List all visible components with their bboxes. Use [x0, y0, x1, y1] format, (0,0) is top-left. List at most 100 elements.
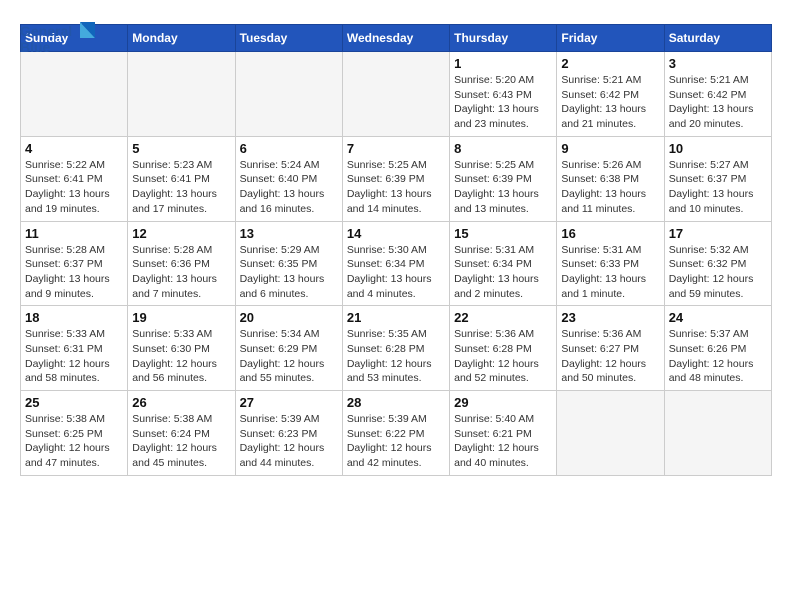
- calendar-cell: [557, 391, 664, 476]
- day-info: Sunrise: 5:30 AM Sunset: 6:34 PM Dayligh…: [347, 243, 445, 302]
- day-number: 12: [132, 226, 230, 241]
- day-info: Sunrise: 5:24 AM Sunset: 6:40 PM Dayligh…: [240, 158, 338, 217]
- calendar-cell: 3 Sunrise: 5:21 AM Sunset: 6:42 PM Daylig…: [664, 52, 771, 137]
- calendar-cell: 12 Sunrise: 5:28 AM Sunset: 6:36 PM Dayli…: [128, 221, 235, 306]
- day-number: 3: [669, 56, 767, 71]
- calendar-cell: 18Sunrise: 5:33 AM Sunset: 6:31 PM Dayli…: [21, 306, 128, 391]
- day-number: 28: [347, 395, 445, 410]
- day-info: Sunrise: 5:22 AM Sunset: 6:41 PM Dayligh…: [25, 158, 123, 217]
- calendar-cell: 13 Sunrise: 5:29 AM Sunset: 6:35 PM Dayli…: [235, 221, 342, 306]
- calendar-cell: [21, 52, 128, 137]
- day-info: Sunrise: 5:23 AM Sunset: 6:41 PM Dayligh…: [132, 158, 230, 217]
- day-number: 26: [132, 395, 230, 410]
- day-number: 29: [454, 395, 552, 410]
- weekday-header-saturday: Saturday: [664, 25, 771, 52]
- day-number: 23: [561, 310, 659, 325]
- day-info: Sunrise: 5:37 AM Sunset: 6:26 PM Dayligh…: [669, 327, 767, 386]
- calendar-cell: 19 Sunrise: 5:33 AM Sunset: 6:30 PM Dayli…: [128, 306, 235, 391]
- svg-text:Blue: Blue: [20, 39, 51, 55]
- day-number: 24: [669, 310, 767, 325]
- day-info: Sunrise: 5:31 AM Sunset: 6:34 PM Dayligh…: [454, 243, 552, 302]
- day-info: Sunrise: 5:21 AM Sunset: 6:42 PM Dayligh…: [561, 73, 659, 132]
- calendar-cell: [664, 391, 771, 476]
- calendar-cell: 8 Sunrise: 5:25 AM Sunset: 6:39 PM Daylig…: [450, 136, 557, 221]
- calendar-cell: 9 Sunrise: 5:26 AM Sunset: 6:38 PM Daylig…: [557, 136, 664, 221]
- day-info: Sunrise: 5:26 AM Sunset: 6:38 PM Dayligh…: [561, 158, 659, 217]
- day-number: 2: [561, 56, 659, 71]
- calendar-cell: 14 Sunrise: 5:30 AM Sunset: 6:34 PM Dayli…: [342, 221, 449, 306]
- day-info: Sunrise: 5:36 AM Sunset: 6:27 PM Dayligh…: [561, 327, 659, 386]
- day-info: Sunrise: 5:25 AM Sunset: 6:39 PM Dayligh…: [347, 158, 445, 217]
- day-number: 8: [454, 141, 552, 156]
- day-info: Sunrise: 5:29 AM Sunset: 6:35 PM Dayligh…: [240, 243, 338, 302]
- logo: GeneralBlue: [20, 20, 100, 60]
- calendar-cell: 29 Sunrise: 5:40 AM Sunset: 6:21 PM Dayli…: [450, 391, 557, 476]
- calendar-cell: 15 Sunrise: 5:31 AM Sunset: 6:34 PM Dayli…: [450, 221, 557, 306]
- calendar-cell: [342, 52, 449, 137]
- calendar-cell: 22Sunrise: 5:36 AM Sunset: 6:28 PM Dayli…: [450, 306, 557, 391]
- day-info: Sunrise: 5:20 AM Sunset: 6:43 PM Dayligh…: [454, 73, 552, 132]
- day-number: 17: [669, 226, 767, 241]
- weekday-header-monday: Monday: [128, 25, 235, 52]
- calendar-cell: 26 Sunrise: 5:38 AM Sunset: 6:24 PM Dayli…: [128, 391, 235, 476]
- calendar-cell: 16 Sunrise: 5:31 AM Sunset: 6:33 PM Dayli…: [557, 221, 664, 306]
- day-info: Sunrise: 5:28 AM Sunset: 6:37 PM Dayligh…: [25, 243, 123, 302]
- day-info: Sunrise: 5:31 AM Sunset: 6:33 PM Dayligh…: [561, 243, 659, 302]
- day-number: 19: [132, 310, 230, 325]
- calendar-cell: 5 Sunrise: 5:23 AM Sunset: 6:41 PM Daylig…: [128, 136, 235, 221]
- day-info: Sunrise: 5:39 AM Sunset: 6:23 PM Dayligh…: [240, 412, 338, 471]
- day-info: Sunrise: 5:40 AM Sunset: 6:21 PM Dayligh…: [454, 412, 552, 471]
- calendar-cell: 23 Sunrise: 5:36 AM Sunset: 6:27 PM Dayli…: [557, 306, 664, 391]
- day-info: Sunrise: 5:27 AM Sunset: 6:37 PM Dayligh…: [669, 158, 767, 217]
- day-number: 13: [240, 226, 338, 241]
- weekday-header-wednesday: Wednesday: [342, 25, 449, 52]
- day-info: Sunrise: 5:28 AM Sunset: 6:36 PM Dayligh…: [132, 243, 230, 302]
- calendar-week-3: 11 Sunrise: 5:28 AM Sunset: 6:37 PM Dayli…: [21, 221, 772, 306]
- calendar-cell: 27 Sunrise: 5:39 AM Sunset: 6:23 PM Dayli…: [235, 391, 342, 476]
- calendar-cell: 2 Sunrise: 5:21 AM Sunset: 6:42 PM Daylig…: [557, 52, 664, 137]
- day-number: 25: [25, 395, 123, 410]
- weekday-header-row: SundayMondayTuesdayWednesdayThursdayFrid…: [21, 25, 772, 52]
- day-number: 15: [454, 226, 552, 241]
- day-info: Sunrise: 5:39 AM Sunset: 6:22 PM Dayligh…: [347, 412, 445, 471]
- svg-text:General: General: [20, 23, 72, 39]
- calendar-cell: 20 Sunrise: 5:34 AM Sunset: 6:29 PM Dayli…: [235, 306, 342, 391]
- day-info: Sunrise: 5:36 AM Sunset: 6:28 PM Dayligh…: [454, 327, 552, 386]
- calendar-cell: [235, 52, 342, 137]
- day-number: 5: [132, 141, 230, 156]
- calendar-cell: 7Sunrise: 5:25 AM Sunset: 6:39 PM Daylig…: [342, 136, 449, 221]
- day-info: Sunrise: 5:35 AM Sunset: 6:28 PM Dayligh…: [347, 327, 445, 386]
- day-number: 21: [347, 310, 445, 325]
- calendar-cell: 28 Sunrise: 5:39 AM Sunset: 6:22 PM Dayli…: [342, 391, 449, 476]
- calendar-cell: 1 Sunrise: 5:20 AM Sunset: 6:43 PM Daylig…: [450, 52, 557, 137]
- day-number: 9: [561, 141, 659, 156]
- calendar-week-2: 4 Sunrise: 5:22 AM Sunset: 6:41 PM Daylig…: [21, 136, 772, 221]
- day-number: 16: [561, 226, 659, 241]
- calendar-cell: 6Sunrise: 5:24 AM Sunset: 6:40 PM Daylig…: [235, 136, 342, 221]
- calendar-week-5: 25 Sunrise: 5:38 AM Sunset: 6:25 PM Dayli…: [21, 391, 772, 476]
- day-info: Sunrise: 5:38 AM Sunset: 6:24 PM Dayligh…: [132, 412, 230, 471]
- day-number: 10: [669, 141, 767, 156]
- weekday-header-tuesday: Tuesday: [235, 25, 342, 52]
- day-number: 1: [454, 56, 552, 71]
- calendar-week-4: 18Sunrise: 5:33 AM Sunset: 6:31 PM Dayli…: [21, 306, 772, 391]
- weekday-header-friday: Friday: [557, 25, 664, 52]
- day-info: Sunrise: 5:38 AM Sunset: 6:25 PM Dayligh…: [25, 412, 123, 471]
- day-info: Sunrise: 5:34 AM Sunset: 6:29 PM Dayligh…: [240, 327, 338, 386]
- calendar-cell: 17 Sunrise: 5:32 AM Sunset: 6:32 PM Dayli…: [664, 221, 771, 306]
- calendar-cell: 21 Sunrise: 5:35 AM Sunset: 6:28 PM Dayli…: [342, 306, 449, 391]
- day-info: Sunrise: 5:33 AM Sunset: 6:30 PM Dayligh…: [132, 327, 230, 386]
- day-number: 11: [25, 226, 123, 241]
- day-info: Sunrise: 5:25 AM Sunset: 6:39 PM Dayligh…: [454, 158, 552, 217]
- day-number: 27: [240, 395, 338, 410]
- day-number: 4: [25, 141, 123, 156]
- day-info: Sunrise: 5:21 AM Sunset: 6:42 PM Dayligh…: [669, 73, 767, 132]
- day-number: 18: [25, 310, 123, 325]
- calendar-cell: [128, 52, 235, 137]
- day-info: Sunrise: 5:32 AM Sunset: 6:32 PM Dayligh…: [669, 243, 767, 302]
- calendar-cell: 24 Sunrise: 5:37 AM Sunset: 6:26 PM Dayli…: [664, 306, 771, 391]
- calendar-table: SundayMondayTuesdayWednesdayThursdayFrid…: [20, 24, 772, 476]
- day-number: 20: [240, 310, 338, 325]
- calendar-cell: 10 Sunrise: 5:27 AM Sunset: 6:37 PM Dayli…: [664, 136, 771, 221]
- day-number: 14: [347, 226, 445, 241]
